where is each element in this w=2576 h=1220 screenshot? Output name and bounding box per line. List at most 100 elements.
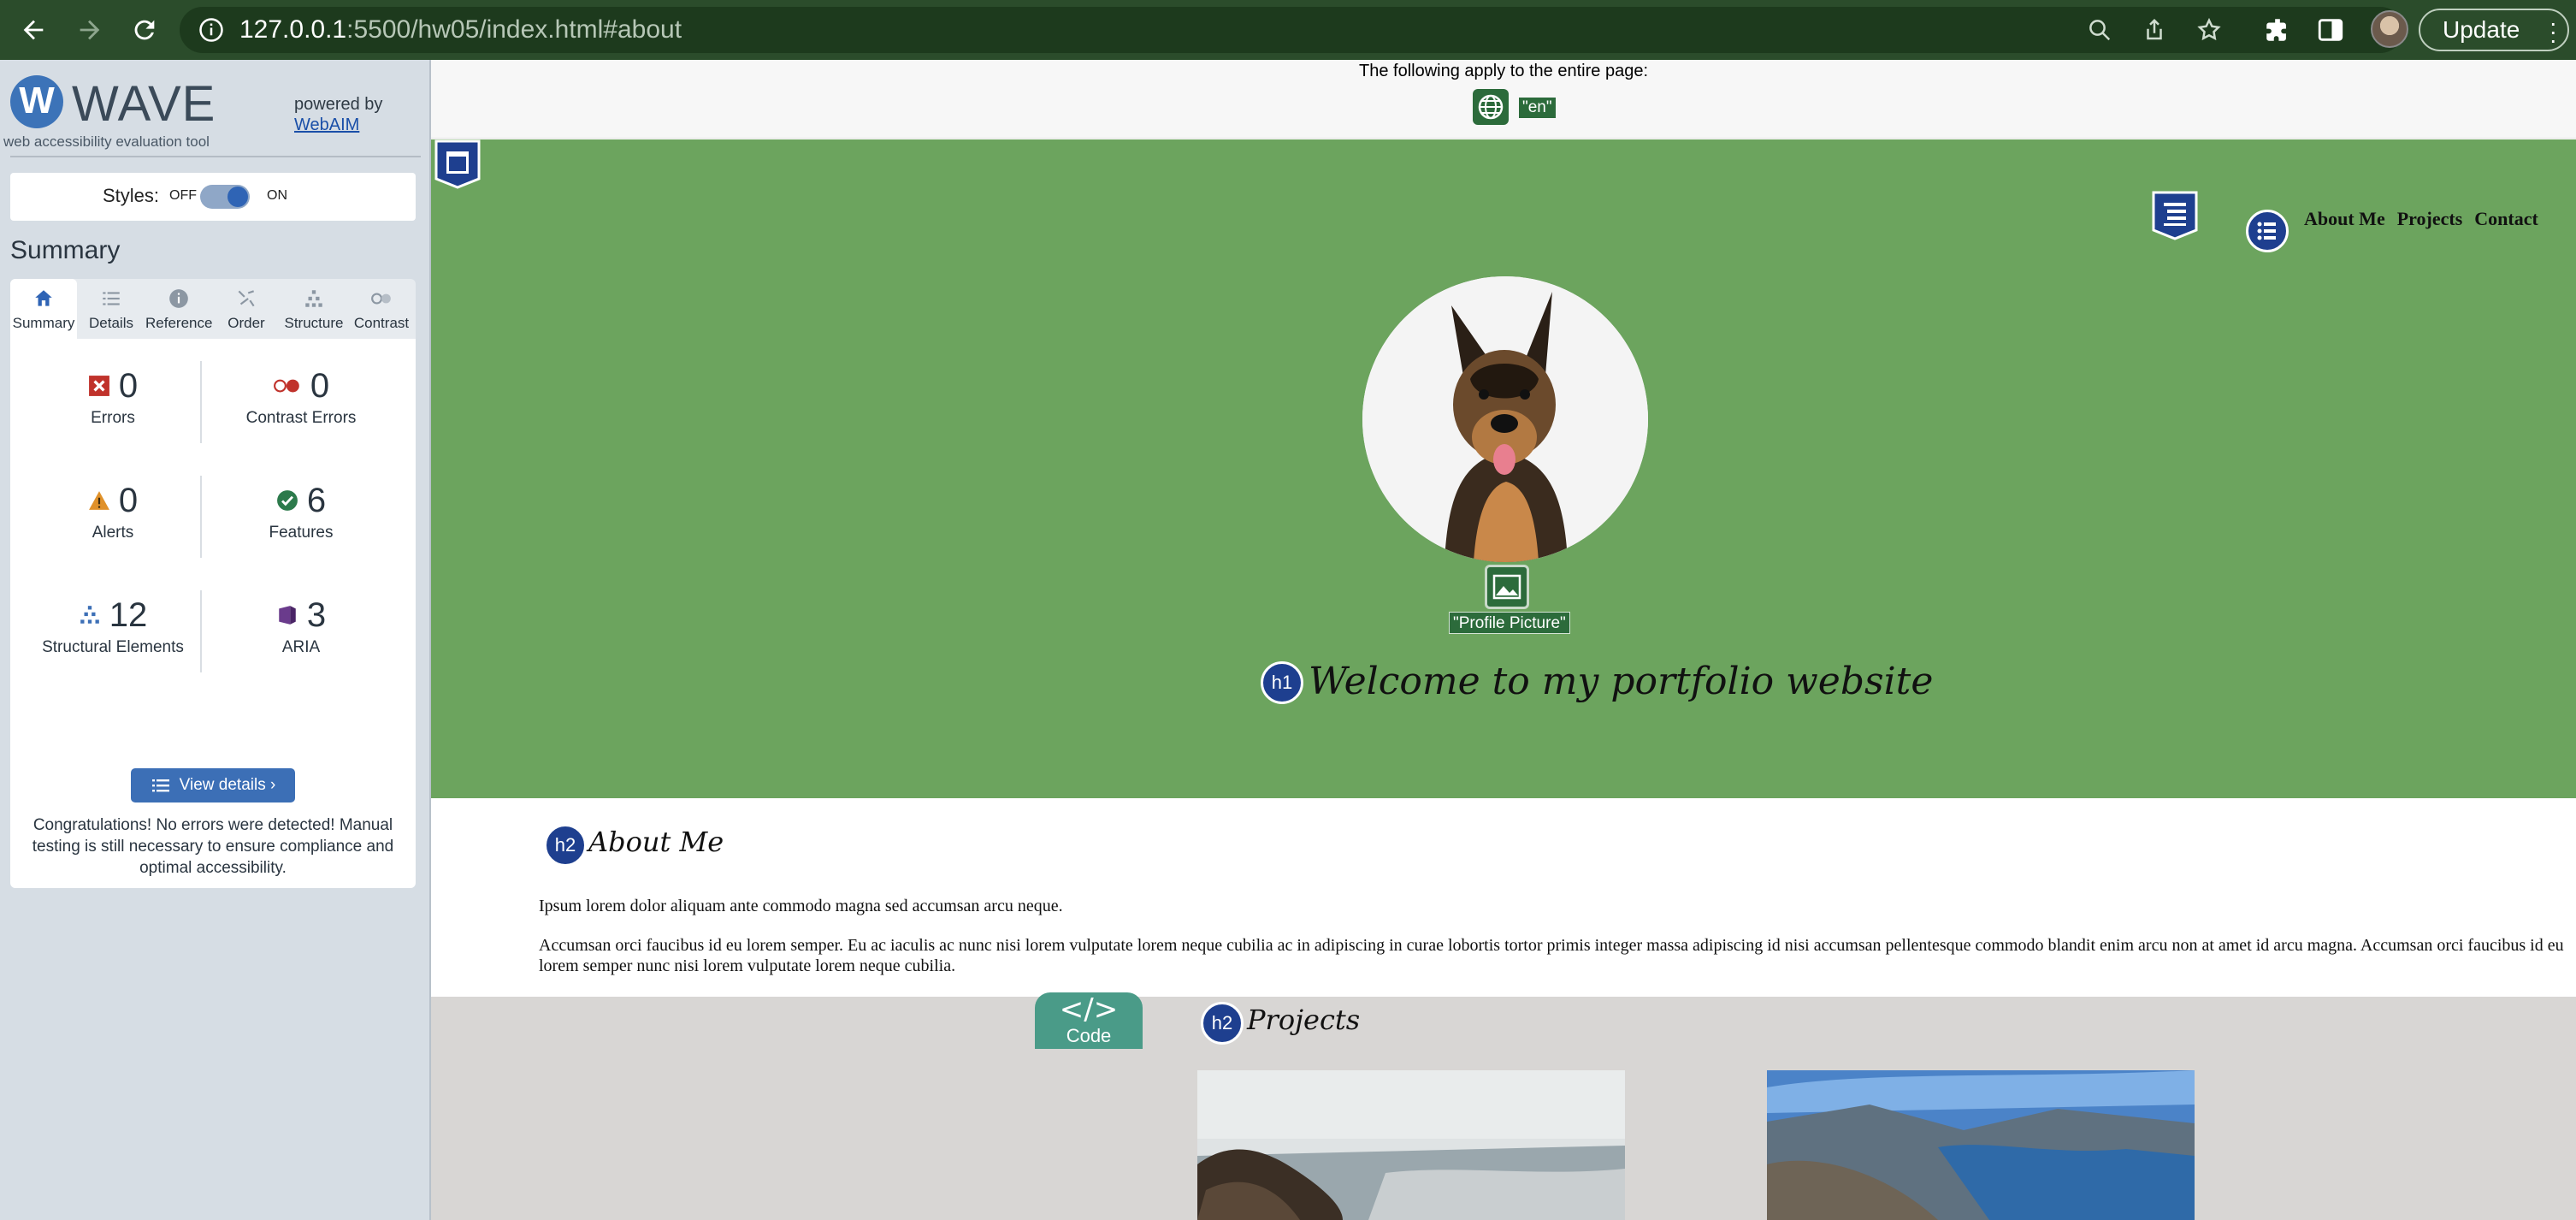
code-icon: </>: [1059, 992, 1119, 1027]
tab-label: Contrast: [353, 315, 410, 331]
tab-order[interactable]: Order: [213, 279, 280, 339]
image-alt-icon[interactable]: [1485, 565, 1529, 609]
tab-details[interactable]: Details: [78, 279, 145, 339]
feature-check-icon: [276, 490, 298, 511]
tab-structure[interactable]: Structure: [281, 279, 347, 339]
arrow-left-icon: [23, 20, 44, 40]
projects-title: Projects: [1247, 1004, 1361, 1036]
features-stat[interactable]: 6 Features: [216, 479, 387, 542]
aria-icon: [279, 606, 296, 625]
address-bar[interactable]: 127.0.0.1:5500/hw05/index.html#about: [180, 7, 2403, 53]
page-viewport: The following apply to the entire page: …: [431, 60, 2576, 1220]
tab-reference[interactable]: Reference: [145, 279, 212, 339]
forward-button[interactable]: [70, 10, 109, 50]
powered-by-label: powered by: [294, 95, 383, 114]
extensions-icon[interactable]: [2263, 15, 2292, 44]
nav-link-projects[interactable]: Projects: [2397, 208, 2463, 230]
styles-label: Styles:: [103, 185, 160, 206]
code-toggle-button[interactable]: </> Code: [1035, 992, 1143, 1049]
globe-icon: [1478, 94, 1504, 120]
hero-section: About Me Projects Contact "Profile Pictu…: [431, 139, 2576, 798]
styles-toggle[interactable]: [200, 185, 250, 209]
reload-button[interactable]: [125, 10, 164, 50]
errors-stat[interactable]: 0 Errors: [27, 364, 198, 428]
view-details-button[interactable]: View details ›: [131, 768, 295, 802]
divider: [10, 156, 421, 157]
puppy-image: [1362, 276, 1648, 562]
bookmark-star-icon[interactable]: [2196, 17, 2222, 43]
wave-tabs: Summary Details Reference Order Structur…: [10, 279, 416, 339]
contrast-errors-stat[interactable]: 0 Contrast Errors: [216, 364, 387, 428]
nav-link-contact[interactable]: Contact: [2474, 208, 2538, 230]
styles-on-label: ON: [267, 188, 287, 203]
about-section: h2 About Me Ipsum lorem dolor aliquam an…: [431, 798, 2576, 997]
site-info-icon[interactable]: [198, 17, 224, 43]
list-icon: [151, 779, 169, 792]
share-icon[interactable]: [2142, 17, 2167, 43]
contrast-icon: [371, 293, 391, 305]
tab-label: Summary: [12, 315, 75, 331]
tab-label: Order: [227, 315, 265, 331]
structural-elements-stat[interactable]: 12 Structural Elements: [27, 594, 198, 657]
wave-logo-text: WAVE: [72, 76, 216, 132]
side-panel-icon[interactable]: [2316, 15, 2345, 44]
webaim-link[interactable]: WebAIM: [294, 115, 359, 134]
update-button[interactable]: Update · · ·: [2419, 9, 2569, 52]
list-icon: [2257, 222, 2276, 240]
alerts-label: Alerts: [92, 524, 134, 542]
info-icon: [169, 289, 188, 308]
header-region-icon[interactable]: [434, 139, 481, 189]
tab-summary[interactable]: Summary: [10, 279, 77, 339]
language-icon[interactable]: [1473, 89, 1509, 125]
unordered-list-icon[interactable]: [2246, 210, 2289, 252]
wave-tagline: web accessibility evaluation tool: [3, 133, 210, 150]
h1-icon[interactable]: h1: [1261, 661, 1303, 704]
back-button[interactable]: [14, 10, 53, 50]
divider: [200, 361, 202, 443]
view-details-label: View details ›: [179, 776, 276, 794]
divider: [200, 476, 202, 558]
document-level-bar: The following apply to the entire page: …: [431, 60, 2576, 139]
zoom-icon[interactable]: [2087, 17, 2112, 43]
document-level-note: The following apply to the entire page:: [1359, 62, 1648, 80]
tab-contrast[interactable]: Contrast: [348, 279, 415, 339]
aria-count: 3: [306, 595, 327, 634]
about-title: About Me: [588, 826, 724, 858]
arrow-right-icon: [80, 20, 100, 40]
aria-label: ARIA: [281, 638, 321, 656]
kebab-menu-icon[interactable]: · · ·: [2549, 11, 2557, 52]
structural-count: 12: [109, 595, 148, 634]
profile-avatar[interactable]: [2371, 10, 2408, 48]
contrast-errors-label: Contrast Errors: [245, 409, 357, 427]
tab-label: Details: [89, 315, 133, 331]
features-count: 6: [306, 481, 327, 519]
structure-icon: [80, 606, 99, 624]
congrats-message: Congratulations! No errors were detected…: [32, 816, 394, 877]
styles-toggle-box: Styles: OFF ON: [10, 173, 416, 221]
errors-label: Errors: [91, 409, 135, 427]
alt-text-tag: "Profile Picture": [1449, 612, 1570, 634]
picture-icon: [1492, 574, 1521, 600]
wave-logo-icon: W: [10, 75, 63, 128]
projects-section: h2 Projects: [431, 997, 2576, 1220]
h2-icon[interactable]: h2: [544, 824, 587, 867]
nav-link-about[interactable]: About Me: [2304, 208, 2385, 230]
url-text: 127.0.0.1:5500/hw05/index.html#about: [239, 15, 682, 44]
contrast-errors-count: 0: [310, 366, 330, 405]
profile-picture: [1362, 276, 1648, 562]
divider: [200, 590, 202, 672]
aria-stat[interactable]: 3 ARIA: [216, 594, 387, 657]
hero-title: Welcome to my portfolio website: [1309, 660, 1934, 703]
h2-icon[interactable]: h2: [1201, 1002, 1244, 1045]
project-image-coast[interactable]: [1197, 1070, 1625, 1220]
browser-toolbar: 127.0.0.1:5500/hw05/index.html#about Upd…: [0, 0, 2576, 60]
navigation-region-icon[interactable]: [2152, 191, 2198, 240]
coast-photo: [1197, 1070, 1625, 1220]
code-label: Code: [1066, 1025, 1112, 1046]
language-tag: "en": [1519, 98, 1556, 118]
project-image-fjord[interactable]: [1767, 1070, 2195, 1220]
alerts-stat[interactable]: 0 Alerts: [27, 479, 198, 542]
structural-label: Structural Elements: [42, 638, 184, 656]
order-icon: [238, 290, 255, 307]
about-paragraph: Accumsan orci faucibus id eu lorem sempe…: [539, 936, 2564, 975]
